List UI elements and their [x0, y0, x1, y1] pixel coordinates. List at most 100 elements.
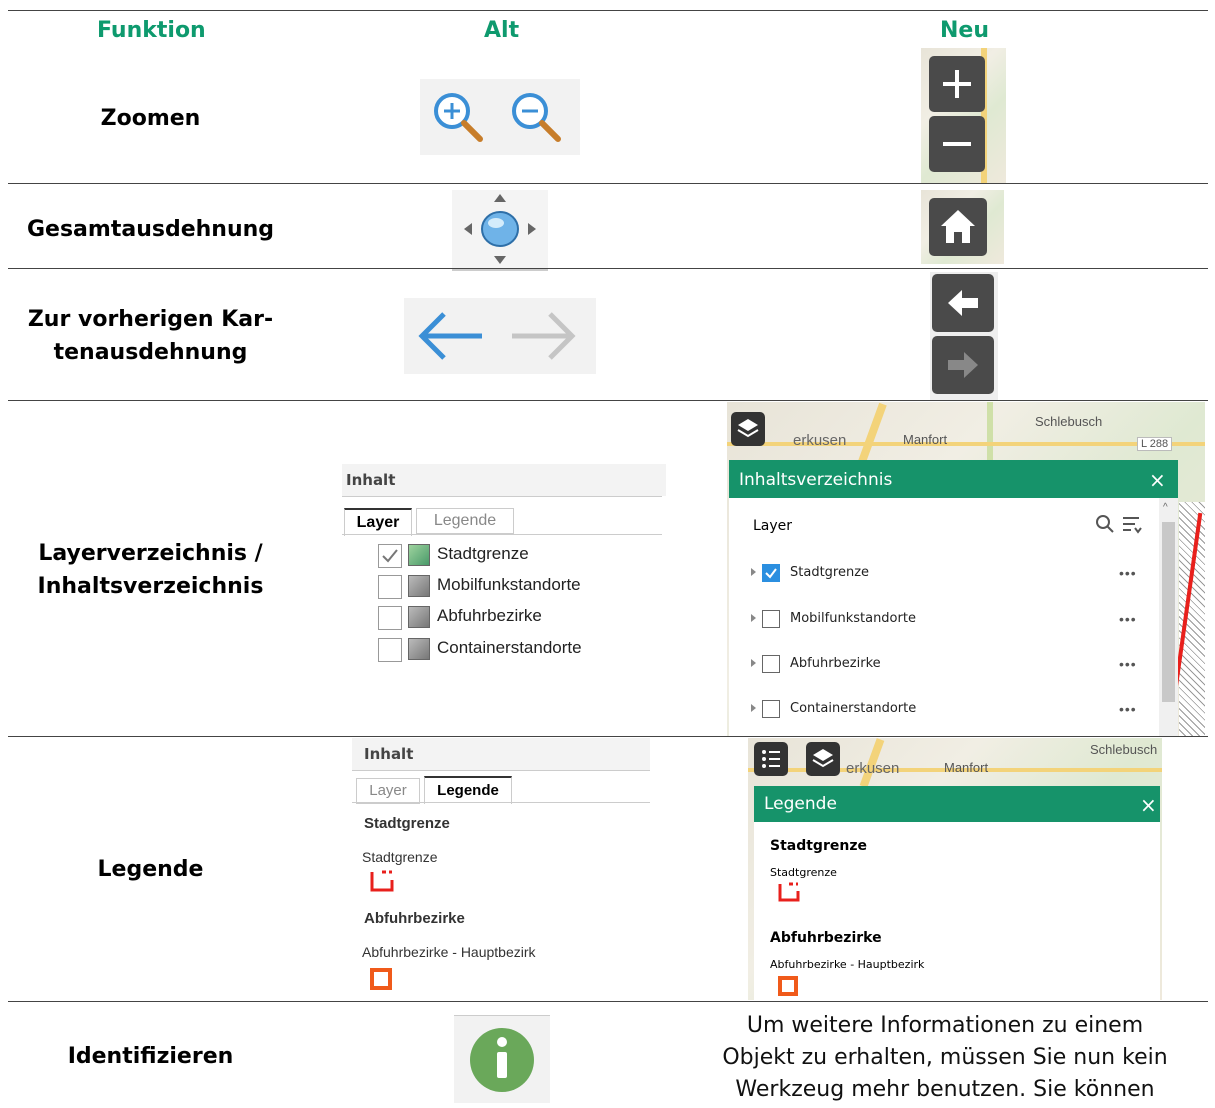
layers-toggle-button[interactable]: [806, 742, 840, 776]
new-legend-group-title: Abfuhrbezirke: [770, 930, 882, 946]
zoom-in-button[interactable]: [929, 56, 985, 112]
layers-toggle-button[interactable]: [731, 412, 765, 446]
close-icon[interactable]: ×: [1149, 468, 1166, 492]
arrow-right-icon[interactable]: [504, 308, 580, 364]
forward-button[interactable]: [932, 336, 994, 394]
back-arrow-icon: [948, 290, 978, 316]
map-place-label: Schlebusch: [1035, 414, 1103, 429]
close-icon[interactable]: ×: [1140, 793, 1157, 817]
row-label-previous-line2: tenausdehnung: [53, 340, 248, 365]
new-legend-item-label: Stadtgrenze: [770, 866, 837, 879]
expand-icon[interactable]: [751, 614, 756, 622]
info-icon: [470, 1028, 534, 1092]
scrollbar[interactable]: ^: [1159, 498, 1178, 736]
identify-description: Um weitere Informationen zu einem Objekt…: [690, 1010, 1200, 1106]
more-options-icon[interactable]: •••: [1119, 611, 1137, 627]
map-place-label: Schlebusch: [1090, 742, 1158, 757]
more-options-icon[interactable]: •••: [1119, 565, 1137, 581]
new-layer-label: Abfuhrbezirke: [790, 656, 881, 671]
old-layer-label: Abfuhrbezirke: [437, 606, 542, 625]
map-road-label: L 288: [1137, 437, 1173, 451]
new-layer-checkbox[interactable]: [762, 610, 780, 628]
new-layer-checkbox[interactable]: [762, 655, 780, 673]
header-new: Neu: [940, 18, 989, 43]
more-options-icon[interactable]: •••: [1119, 701, 1137, 717]
old-tab-legend[interactable]: Legende: [416, 508, 514, 534]
layers-icon: [737, 419, 759, 438]
old-layer-label: Mobilfunkstandorte: [437, 575, 581, 594]
layers-icon: [812, 749, 834, 768]
row-label-identify: Identifizieren: [67, 1044, 234, 1069]
new-layer-panel-header: Inhaltsverzeichnis ×: [729, 460, 1178, 498]
old-tab-layer[interactable]: Layer: [356, 778, 420, 804]
old-layer-label: Stadtgrenze: [437, 544, 529, 563]
new-layer-label: Mobilfunkstandorte: [790, 611, 916, 626]
layer-type-icon: [408, 544, 430, 566]
expand-icon[interactable]: [751, 704, 756, 712]
old-layer-checkbox[interactable]: [378, 638, 402, 662]
new-layer-label: Containerstandorte: [790, 701, 917, 716]
map-place-label: erkusen: [846, 760, 900, 777]
row-label-extent: Gesamtausdehnung: [26, 217, 275, 242]
row-label-previous-line1: Zur vorherigen Kar-: [27, 307, 274, 332]
old-legend-group-title: Stadtgrenze: [364, 815, 450, 832]
district-symbol: [778, 976, 798, 996]
old-layer-panel-title: Inhalt: [342, 464, 666, 496]
arrow-left-icon[interactable]: [414, 308, 490, 364]
new-legend-panel-header: Legende ×: [754, 786, 1160, 822]
old-legend-panel-title: Inhalt: [352, 738, 650, 770]
pan-extent-icon: [464, 194, 536, 264]
zoom-in-icon[interactable]: [428, 87, 494, 153]
home-button[interactable]: [929, 198, 987, 256]
district-symbol: [370, 968, 392, 990]
old-layer-checkbox[interactable]: [378, 575, 402, 599]
expand-icon[interactable]: [751, 568, 756, 576]
row-label-layers-line1: Layerverzeichnis /: [38, 541, 263, 566]
city-boundary-symbol: [778, 882, 800, 902]
old-layer-label: Containerstandorte: [437, 638, 582, 657]
identify-text-line1: Um weitere Informationen zu einem: [746, 1013, 1144, 1038]
old-layer-panel: Inhalt Layer Legende Stadtgrenze Mobilfu…: [342, 464, 666, 672]
search-icon[interactable]: [1095, 514, 1115, 534]
row-label-previous: Zur vorherigen Kar- tenausdehnung: [8, 303, 293, 369]
new-layer-section-title: Layer: [753, 518, 793, 534]
new-layer-map: erkusen Manfort Schlebusch L 288 Inhalts…: [727, 402, 1205, 736]
new-zoom-map-snippet: [921, 48, 1006, 184]
old-layer-checkbox[interactable]: [378, 606, 402, 630]
old-legend-item-label: Abfuhrbezirke - Hauptbezirk: [362, 944, 536, 960]
expand-icon[interactable]: [751, 659, 756, 667]
old-zoom-buttons: [420, 79, 580, 155]
zoom-out-button[interactable]: [929, 116, 985, 172]
new-layer-checkbox-checked[interactable]: [762, 564, 780, 582]
old-layer-checkbox-checked[interactable]: [378, 544, 402, 568]
new-layer-panel: Inhaltsverzeichnis × Layer ^ Stadtgrenze…: [729, 460, 1178, 736]
back-button[interactable]: [932, 274, 994, 332]
row-label-legend: Legende: [97, 857, 204, 882]
row-label-layers: Layerverzeichnis / Inhaltsverzeichnis: [8, 537, 293, 603]
old-tab-layer[interactable]: Layer: [344, 508, 412, 536]
new-layer-checkbox[interactable]: [762, 700, 780, 718]
layer-type-icon: [408, 575, 430, 597]
home-icon: [941, 210, 975, 243]
legend-list-icon: [762, 750, 780, 768]
row-label-zoom: Zoomen: [100, 106, 201, 131]
new-home-map-snippet: [921, 190, 1004, 264]
header-function: Funktion: [97, 18, 206, 43]
new-legend-panel-title: Legende: [764, 794, 837, 814]
new-legend-panel: Legende × Stadtgrenze Stadtgrenze Abfuhr…: [754, 786, 1160, 1000]
old-identify-button[interactable]: [454, 1015, 550, 1103]
header-old: Alt: [484, 18, 520, 43]
forward-arrow-icon: [948, 352, 978, 378]
zoom-out-icon[interactable]: [506, 87, 572, 153]
new-legend-item-label: Abfuhrbezirke - Hauptbezirk: [770, 958, 925, 971]
filter-icon[interactable]: [1121, 514, 1143, 534]
legend-toggle-button[interactable]: [754, 742, 788, 776]
old-tab-legend[interactable]: Legende: [424, 776, 512, 804]
layer-type-icon: [408, 638, 430, 660]
new-legend-map: erkusen Manfort Schlebusch Legende × Sta…: [748, 738, 1162, 1000]
old-legend-item-label: Stadtgrenze: [362, 849, 438, 865]
old-pan-control[interactable]: [452, 190, 548, 271]
map-place-label: Manfort: [903, 432, 948, 447]
map-place-label: Manfort: [944, 760, 989, 775]
more-options-icon[interactable]: •••: [1119, 656, 1137, 672]
